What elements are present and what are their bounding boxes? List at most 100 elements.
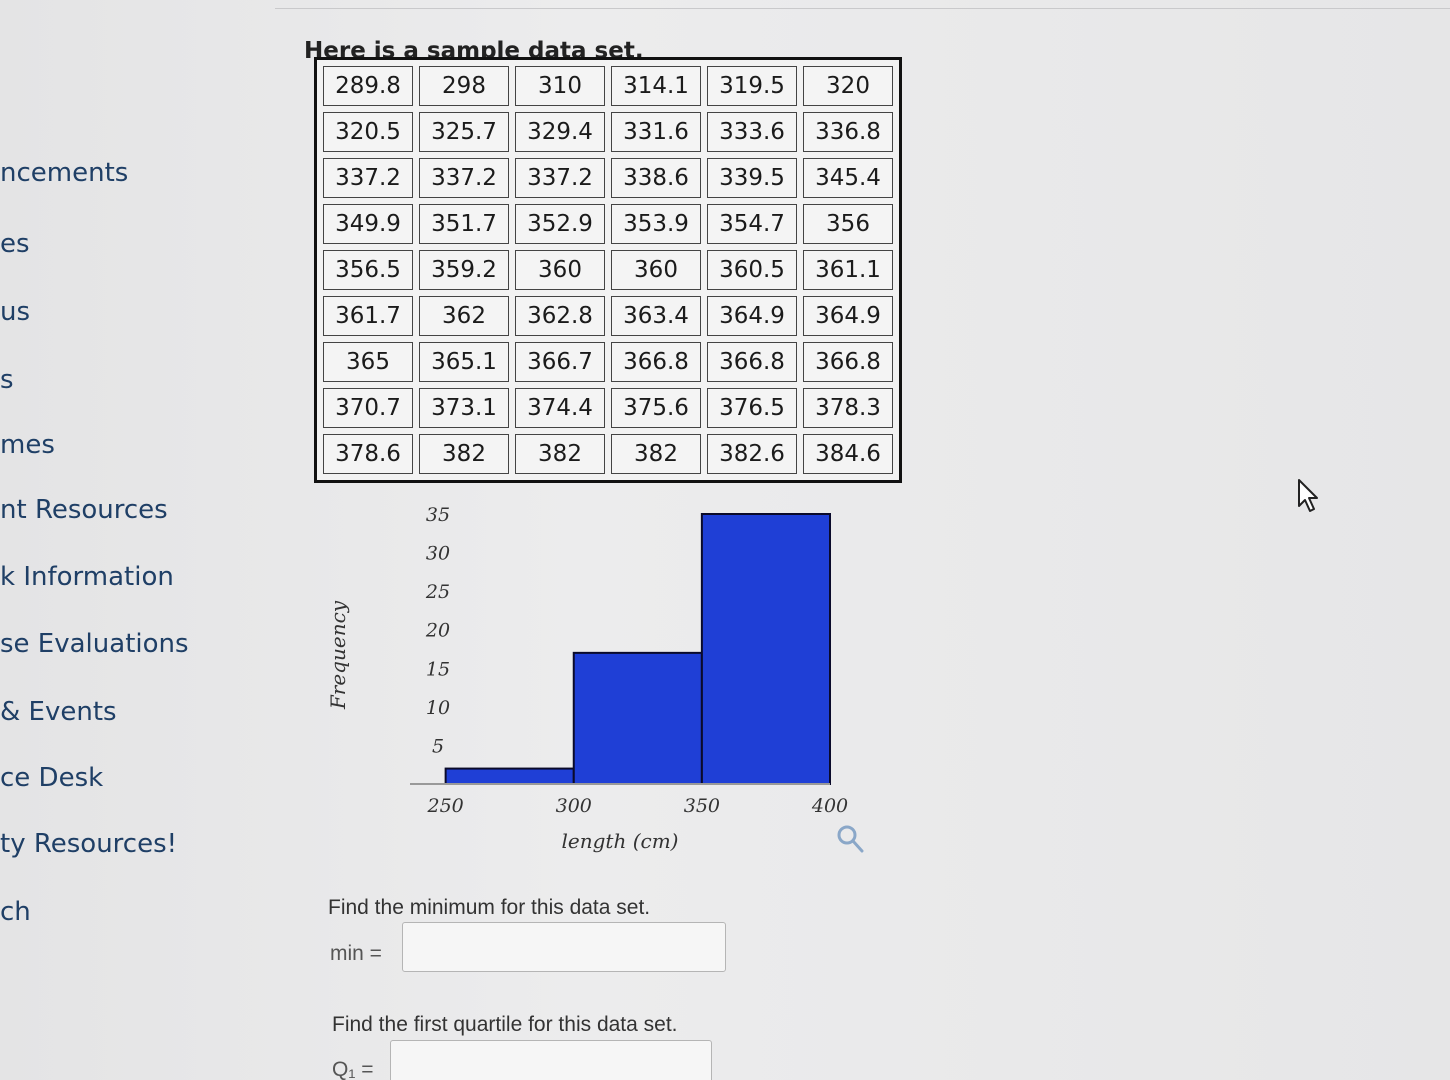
- table-cell: 378.6: [323, 434, 413, 474]
- table-cell: 337.2: [419, 158, 509, 198]
- table-row: 378.6 382 382 382 382.6 384.6: [323, 434, 893, 474]
- table-cell: 362: [419, 296, 509, 336]
- table-cell: 319.5: [707, 66, 797, 106]
- histogram-bars: [444, 513, 831, 786]
- table-row: 337.2 337.2 337.2 338.6 339.5 345.4: [323, 158, 893, 198]
- table-cell: 382: [515, 434, 605, 474]
- table-row: 361.7 362 362.8 363.4 364.9 364.9: [323, 296, 893, 336]
- table-cell: 364.9: [707, 296, 797, 336]
- x-tick-label: 400: [811, 795, 848, 817]
- table-cell: 374.4: [515, 388, 605, 428]
- y-tick-label: 5: [432, 735, 444, 757]
- sidebar-item-search[interactable]: ch: [0, 897, 31, 927]
- table-cell: 384.6: [803, 434, 893, 474]
- table-row: 365 365.1 366.7 366.8 366.8 366.8: [323, 342, 893, 382]
- table-cell: 356.5: [323, 250, 413, 290]
- table-cell: 351.7: [419, 204, 509, 244]
- sidebar-item-outcomes[interactable]: mes: [0, 430, 55, 460]
- table-cell: 329.4: [515, 112, 605, 152]
- sidebar-item-service-desk[interactable]: ce Desk: [0, 763, 103, 793]
- table-cell: 363.4: [611, 296, 701, 336]
- table-cell: 382.6: [707, 434, 797, 474]
- table-row: 370.7 373.1 374.4 375.6 376.5 378.3: [323, 388, 893, 428]
- x-tick-label: 300: [556, 795, 592, 817]
- magnify-icon[interactable]: [836, 824, 864, 854]
- y-axis-ticks: 5 10 15 20 25 30 35: [425, 504, 450, 757]
- table-cell: 360: [515, 250, 605, 290]
- table-cell: 337.2: [323, 158, 413, 198]
- table-cell: 356: [803, 204, 893, 244]
- table-cell: 366.8: [611, 342, 701, 382]
- histogram-bar: [572, 651, 703, 785]
- data-set-table: 289.8 298 310 314.1 319.5 320 320.5 325.7 329.4 3…: [314, 57, 902, 483]
- frequency-histogram: 5 10 15 20 25 30 35 250 300 350 400 Frequency len…: [326, 504, 848, 853]
- table-cell: 360: [611, 250, 701, 290]
- sidebar-item-textbook-information[interactable]: k Information: [0, 562, 174, 592]
- histogram-bar: [700, 513, 831, 785]
- table-cell: 314.1: [611, 66, 701, 106]
- table-cell: 320: [803, 66, 893, 106]
- table-cell: 310: [515, 66, 605, 106]
- table-cell: 337.2: [515, 158, 605, 198]
- table-cell: 349.9: [323, 204, 413, 244]
- x-tick-label: 350: [684, 795, 720, 817]
- q1-label: Q₁ =: [332, 1058, 374, 1080]
- table-cell: 364.9: [803, 296, 893, 336]
- table-cell: 331.6: [611, 112, 701, 152]
- y-axis-label: Frequency: [326, 600, 350, 710]
- sidebar-item-modules[interactable]: es: [0, 229, 30, 259]
- x-tick-label: 250: [426, 795, 463, 817]
- table-cell: 361.7: [323, 296, 413, 336]
- top-divider: [275, 8, 1450, 9]
- table-cell: 298: [419, 66, 509, 106]
- y-tick-label: 20: [425, 620, 450, 642]
- sidebar-item-syllabus[interactable]: us: [0, 297, 30, 327]
- sidebar-item-community-resources[interactable]: ty Resources!: [0, 829, 177, 859]
- min-input[interactable]: [402, 922, 726, 972]
- table-cell: 352.9: [515, 204, 605, 244]
- sidebar-item-student-resources[interactable]: nt Resources: [0, 495, 168, 525]
- sidebar-item-grades[interactable]: s: [0, 365, 14, 395]
- table-cell: 375.6: [611, 388, 701, 428]
- table-row: 349.9 351.7 352.9 353.9 354.7 356: [323, 204, 893, 244]
- table-cell: 325.7: [419, 112, 509, 152]
- table-row: 289.8 298 310 314.1 319.5 320: [323, 66, 893, 106]
- mouse-pointer-icon: [1298, 479, 1318, 512]
- table-cell: 359.2: [419, 250, 509, 290]
- table-cell: 366.8: [707, 342, 797, 382]
- y-tick-label: 30: [426, 543, 450, 565]
- table-cell: 333.6: [707, 112, 797, 152]
- table-cell: 336.8: [803, 112, 893, 152]
- table-cell: 373.1: [419, 388, 509, 428]
- table-row: 356.5 359.2 360 360 360.5 361.1: [323, 250, 893, 290]
- table-cell: 382: [611, 434, 701, 474]
- sidebar-item-announcements[interactable]: ncements: [0, 158, 128, 188]
- q1-input[interactable]: [390, 1040, 712, 1080]
- table-cell: 339.5: [707, 158, 797, 198]
- table-cell: 338.6: [611, 158, 701, 198]
- table-row: 320.5 325.7 329.4 331.6 333.6 336.8: [323, 112, 893, 152]
- x-axis-label: length (cm): [562, 829, 679, 853]
- table-cell: 345.4: [803, 158, 893, 198]
- min-prompt: Find the minimum for this data set.: [328, 896, 651, 919]
- table-cell: 366.8: [803, 342, 893, 382]
- histogram-bar: [444, 767, 575, 786]
- table-cell: 354.7: [707, 204, 797, 244]
- table-cell: 289.8: [323, 66, 413, 106]
- sidebar-item-news-events[interactable]: & Events: [0, 697, 117, 727]
- course-sidebar: ncements es us s mes nt Resources k Info…: [0, 0, 230, 1080]
- table-cell: 320.5: [323, 112, 413, 152]
- table-cell: 370.7: [323, 388, 413, 428]
- table-cell: 360.5: [707, 250, 797, 290]
- y-tick-label: 15: [426, 658, 450, 680]
- sidebar-item-course-evaluations[interactable]: se Evaluations: [0, 629, 189, 659]
- table-cell: 382: [419, 434, 509, 474]
- table-cell: 365: [323, 342, 413, 382]
- table-cell: 376.5: [707, 388, 797, 428]
- min-label: min =: [330, 942, 382, 965]
- table-cell: 361.1: [803, 250, 893, 290]
- x-axis-ticks: 250 300 350 400: [426, 795, 848, 817]
- y-tick-label: 10: [426, 697, 450, 719]
- q1-prompt: Find the first quartile for this data se…: [332, 1013, 678, 1036]
- y-tick-label: 35: [426, 504, 450, 526]
